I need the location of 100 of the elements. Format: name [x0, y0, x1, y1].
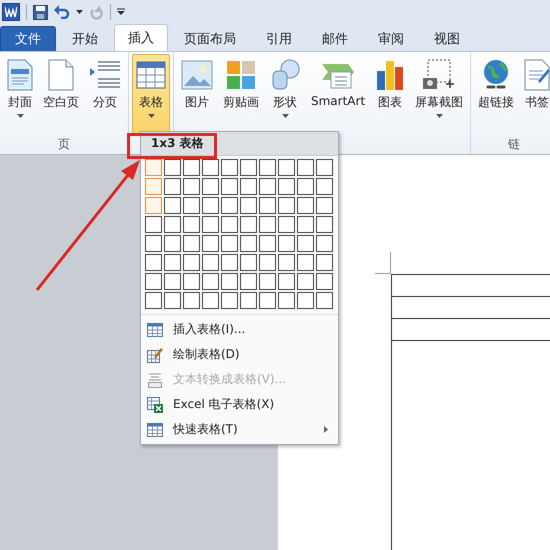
grid-cell[interactable] — [316, 159, 333, 176]
ribbon-tab[interactable]: 审阅 — [364, 26, 418, 51]
caret-icon[interactable] — [76, 10, 83, 14]
grid-cell[interactable] — [278, 273, 295, 290]
ribbon-button[interactable]: 分页 — [85, 54, 125, 136]
ribbon-tab[interactable]: 页面布局 — [170, 26, 250, 51]
grid-cell[interactable] — [164, 292, 181, 309]
grid-cell[interactable] — [316, 254, 333, 271]
grid-cell[interactable] — [278, 235, 295, 252]
grid-cell[interactable] — [278, 178, 295, 195]
menu-item[interactable]: Excel 电子表格(X) — [141, 392, 338, 417]
grid-cell[interactable] — [183, 235, 200, 252]
grid-cell[interactable] — [240, 273, 257, 290]
grid-cell[interactable] — [164, 216, 181, 233]
ribbon-button[interactable]: 书签 — [520, 54, 550, 136]
grid-cell[interactable] — [297, 292, 314, 309]
grid-cell[interactable] — [145, 292, 162, 309]
grid-cell[interactable] — [145, 178, 162, 195]
grid-cell[interactable] — [316, 292, 333, 309]
ribbon-button[interactable]: 超链接 — [474, 54, 518, 136]
grid-cell[interactable] — [259, 159, 276, 176]
grid-cell[interactable] — [240, 254, 257, 271]
grid-cell[interactable] — [221, 197, 238, 214]
grid-cell[interactable] — [297, 159, 314, 176]
grid-cell[interactable] — [240, 197, 257, 214]
menu-item[interactable]: 绘制表格(D) — [141, 342, 338, 367]
customize-menu-icon[interactable] — [117, 8, 125, 16]
menu-item[interactable]: 快速表格(T) — [141, 417, 338, 442]
grid-cell[interactable] — [316, 197, 333, 214]
ribbon-button[interactable]: 屏幕截图 — [411, 54, 468, 136]
grid-cell[interactable] — [221, 159, 238, 176]
grid-cell[interactable] — [202, 254, 219, 271]
grid-cell[interactable] — [240, 216, 257, 233]
grid-cell[interactable] — [183, 197, 200, 214]
grid-cell[interactable] — [183, 178, 200, 195]
grid-cell[interactable] — [145, 235, 162, 252]
grid-cell[interactable] — [278, 159, 295, 176]
grid-cell[interactable] — [278, 254, 295, 271]
grid-cell[interactable] — [202, 273, 219, 290]
ribbon-button[interactable]: 空白页 — [39, 54, 83, 136]
grid-cell[interactable] — [240, 292, 257, 309]
grid-cell[interactable] — [221, 254, 238, 271]
grid-cell[interactable] — [164, 273, 181, 290]
grid-cell[interactable] — [164, 254, 181, 271]
grid-cell[interactable] — [316, 216, 333, 233]
grid-cell[interactable] — [316, 273, 333, 290]
grid-cell[interactable] — [297, 178, 314, 195]
grid-cell[interactable] — [221, 235, 238, 252]
grid-cell[interactable] — [202, 178, 219, 195]
grid-cell[interactable] — [183, 159, 200, 176]
grid-cell[interactable] — [278, 197, 295, 214]
grid-cell[interactable] — [164, 235, 181, 252]
grid-cell[interactable] — [316, 178, 333, 195]
grid-cell[interactable] — [145, 197, 162, 214]
grid-cell[interactable] — [316, 235, 333, 252]
grid-cell[interactable] — [221, 178, 238, 195]
grid-cell[interactable] — [259, 197, 276, 214]
ribbon-tab[interactable]: 引用 — [252, 26, 306, 51]
grid-cell[interactable] — [164, 197, 181, 214]
grid-cell[interactable] — [259, 273, 276, 290]
ribbon-button[interactable]: 表格 — [132, 54, 170, 136]
grid-cell[interactable] — [145, 254, 162, 271]
ribbon-tab[interactable]: 邮件 — [308, 26, 362, 51]
grid-cell[interactable] — [278, 216, 295, 233]
ribbon-tab[interactable]: 视图 — [420, 26, 474, 51]
grid-cell[interactable] — [240, 178, 257, 195]
grid-cell[interactable] — [278, 292, 295, 309]
grid-cell[interactable] — [202, 197, 219, 214]
word-logo-icon[interactable] — [2, 3, 20, 21]
grid-cell[interactable] — [297, 254, 314, 271]
grid-cell[interactable] — [202, 216, 219, 233]
grid-cell[interactable] — [202, 159, 219, 176]
save-icon[interactable] — [33, 4, 48, 20]
grid-cell[interactable] — [145, 273, 162, 290]
grid-cell[interactable] — [297, 273, 314, 290]
grid-cell[interactable] — [297, 197, 314, 214]
grid-cell[interactable] — [297, 235, 314, 252]
grid-cell[interactable] — [164, 159, 181, 176]
grid-cell[interactable] — [259, 235, 276, 252]
ribbon-tab[interactable]: 插入 — [114, 24, 168, 51]
grid-cell[interactable] — [202, 235, 219, 252]
grid-cell[interactable] — [202, 292, 219, 309]
grid-cell[interactable] — [240, 235, 257, 252]
grid-cell[interactable] — [183, 254, 200, 271]
ribbon-button[interactable]: 图表 — [371, 54, 410, 136]
grid-cell[interactable] — [145, 216, 162, 233]
ribbon-button[interactable]: 封面 — [3, 54, 37, 136]
grid-cell[interactable] — [221, 292, 238, 309]
grid-cell[interactable] — [221, 273, 238, 290]
grid-cell[interactable] — [183, 292, 200, 309]
grid-cell[interactable] — [240, 159, 257, 176]
menu-item[interactable]: 插入表格(I)... — [141, 317, 338, 342]
ribbon-tab[interactable]: 文件 — [0, 26, 56, 51]
ribbon-tab[interactable]: 开始 — [58, 26, 112, 51]
grid-cell[interactable] — [297, 216, 314, 233]
undo-icon[interactable] — [54, 5, 70, 19]
grid-cell[interactable] — [145, 159, 162, 176]
grid-cell[interactable] — [221, 216, 238, 233]
grid-cell[interactable] — [259, 216, 276, 233]
grid-cell[interactable] — [183, 216, 200, 233]
